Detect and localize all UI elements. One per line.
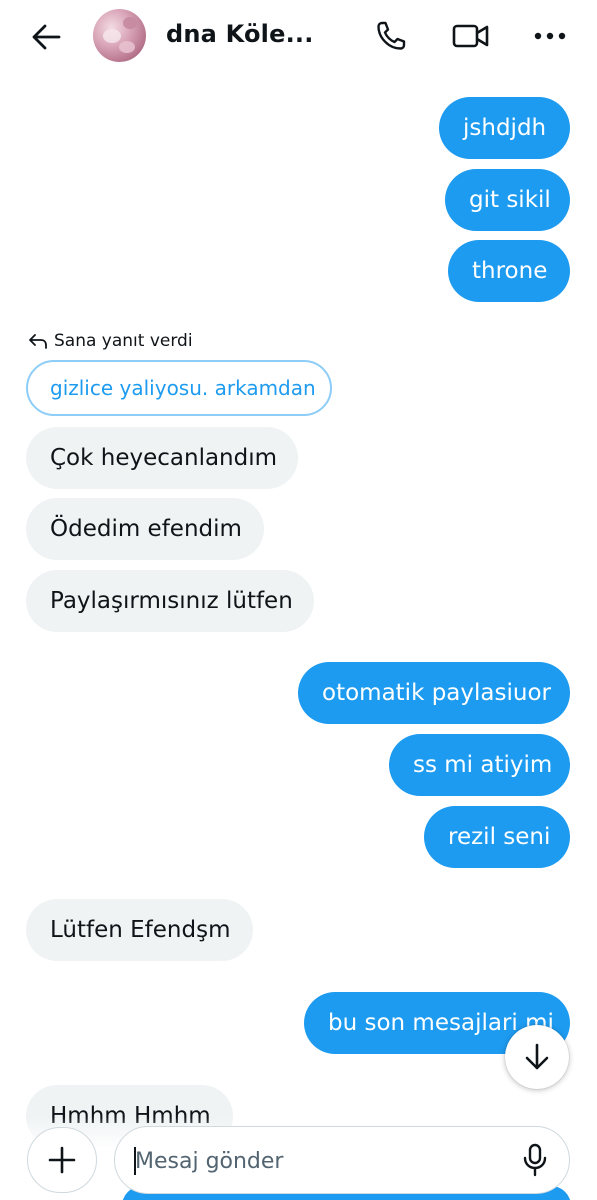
- dm-conversation-screen: dna Köle... jshdjdh git sikil throne San…: [0, 0, 597, 1200]
- reply-label-text: Sana yanıt verdi: [54, 331, 193, 351]
- conversation-header: dna Köle...: [0, 0, 597, 72]
- message-input[interactable]: [133, 1137, 507, 1185]
- video-call-button[interactable]: [451, 16, 491, 56]
- more-horizontal-icon: [534, 32, 566, 40]
- microphone-icon: [523, 1143, 547, 1177]
- message-bubble-incoming[interactable]: Çok heyecanlandım: [26, 427, 298, 489]
- message-bubble-outgoing[interactable]: rezil seni: [424, 806, 570, 868]
- message-bubble-outgoing[interactable]: jshdjdh: [439, 97, 570, 159]
- message-bubble-incoming[interactable]: Ödedim efendim: [26, 498, 264, 560]
- scroll-to-bottom-button[interactable]: [505, 1025, 569, 1089]
- arrow-left-icon: [32, 24, 61, 50]
- message-bubble-outgoing[interactable]: git sikil: [445, 169, 570, 231]
- reply-indicator: Sana yanıt verdi: [28, 329, 193, 353]
- call-button[interactable]: [371, 16, 411, 56]
- video-camera-icon: [452, 24, 489, 48]
- reply-arrow-icon: [28, 332, 48, 350]
- message-bubble-outgoing[interactable]: ss mi atiyim: [389, 734, 570, 796]
- message-bubble-outgoing[interactable]: throne: [448, 240, 570, 302]
- contact-name[interactable]: dna Köle...: [166, 20, 314, 48]
- message-composer[interactable]: [114, 1126, 570, 1194]
- message-bubble-outgoing[interactable]: otomatik paylasiuor: [298, 662, 570, 724]
- add-attachment-button[interactable]: [27, 1127, 97, 1193]
- message-bubble-incoming[interactable]: Lütfen Efendşm: [26, 899, 253, 961]
- avatar[interactable]: [93, 9, 146, 62]
- voice-message-button[interactable]: [515, 1140, 555, 1180]
- arrow-down-icon: [525, 1043, 549, 1070]
- message-bubble-incoming[interactable]: Paylaşırmısınız lütfen: [26, 570, 314, 632]
- more-options-button[interactable]: [530, 16, 570, 56]
- plus-icon: [48, 1146, 76, 1174]
- quoted-message[interactable]: gizlice yaliyosu. arkamdan: [26, 360, 332, 416]
- text-cursor: [134, 1147, 136, 1175]
- phone-icon: [377, 21, 406, 50]
- back-button[interactable]: [26, 17, 66, 57]
